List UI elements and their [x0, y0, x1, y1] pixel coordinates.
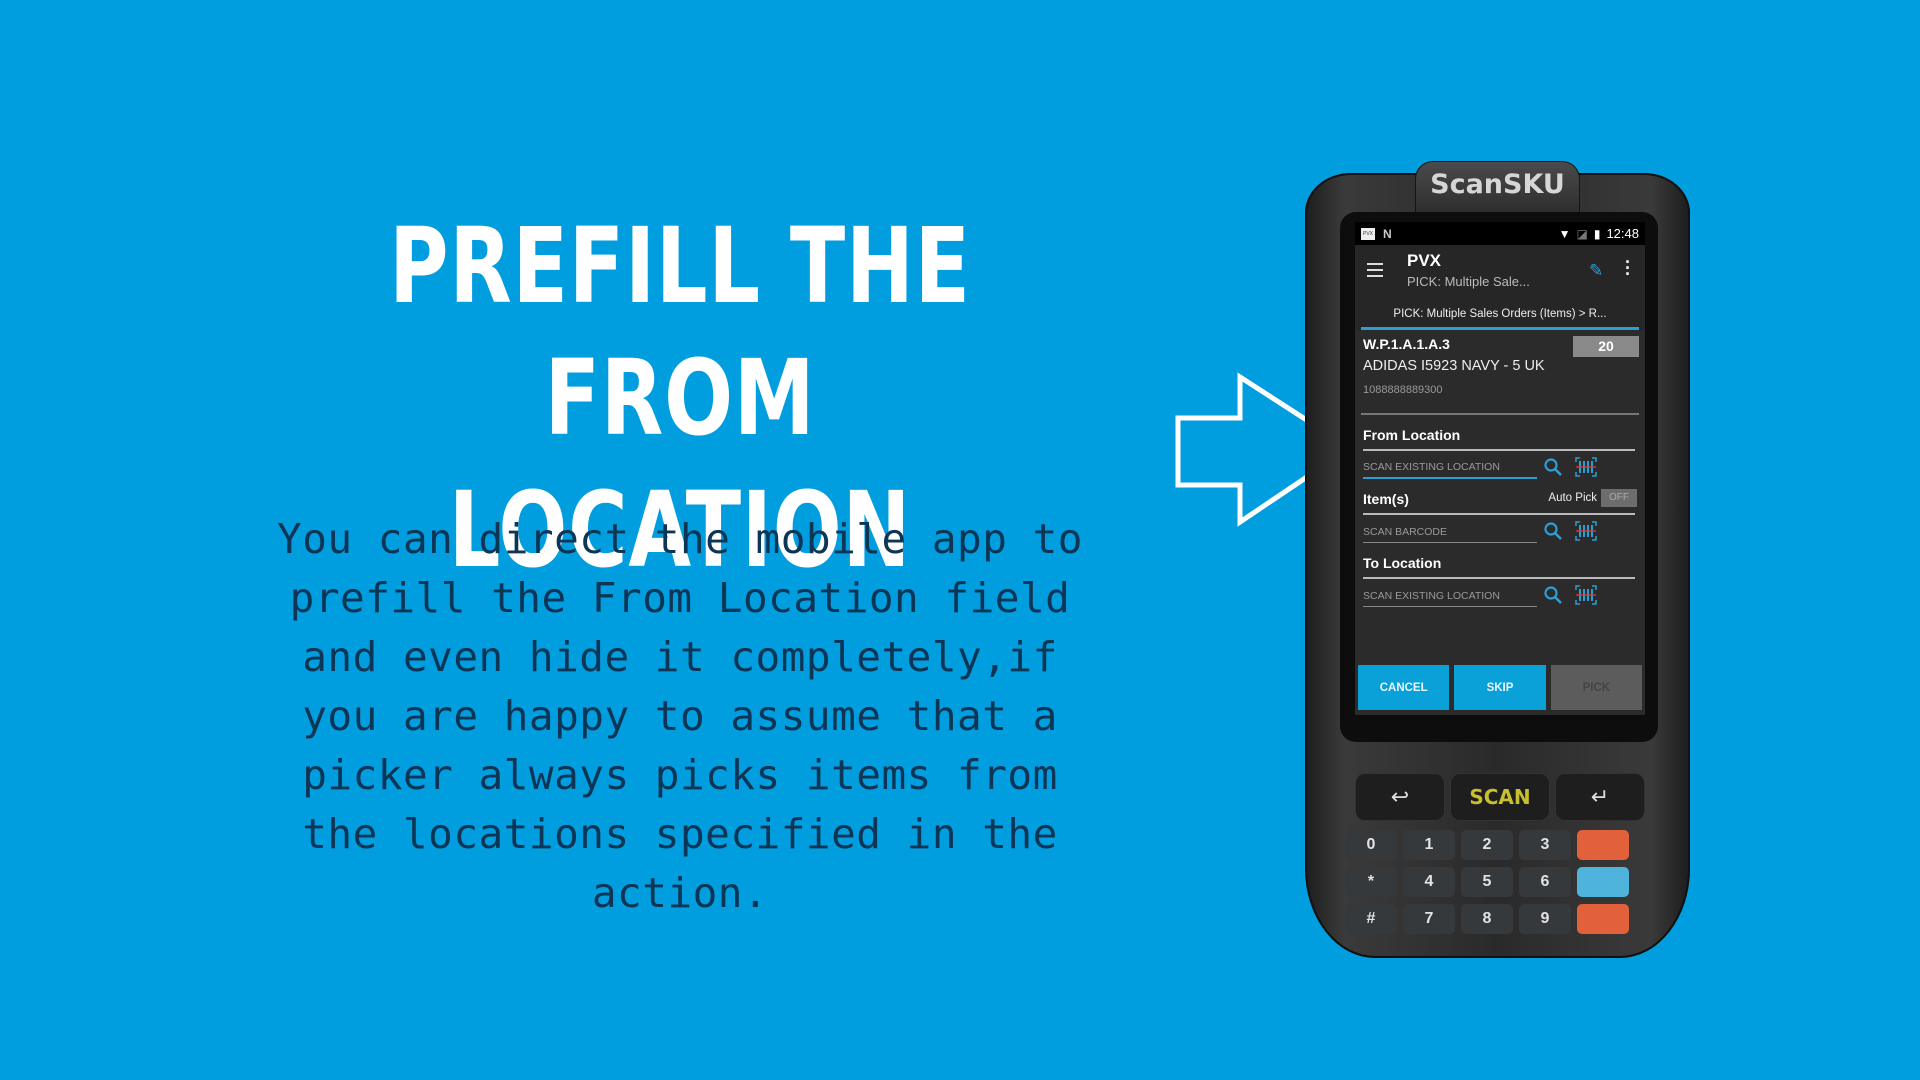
more-vert-icon[interactable]: · · · — [1623, 253, 1633, 283]
handheld-scanner-device: ScanSKU PVX N ▼ ◪ ▮ 12:48 PVX PICK: Mult… — [1300, 155, 1700, 965]
search-icon[interactable] — [1543, 457, 1563, 477]
keypad-key[interactable]: # — [1345, 904, 1397, 934]
search-icon[interactable] — [1543, 585, 1563, 605]
enter-key-icon[interactable]: ↵ — [1555, 773, 1645, 821]
barcode-scan-icon[interactable] — [1575, 457, 1597, 477]
keypad-key[interactable]: 8 — [1461, 904, 1513, 934]
item-card: W.P.1.A.1.A.3 20 ADIDAS I5923 NAVY - 5 U… — [1355, 330, 1645, 415]
breadcrumb-tab[interactable]: PICK: Multiple Sales Orders (Items) > R.… — [1355, 300, 1645, 330]
product-name: ADIDAS I5923 NAVY - 5 UK — [1363, 358, 1545, 374]
keypad-key[interactable]: 6 — [1519, 867, 1571, 897]
scan-key[interactable]: SCAN — [1450, 773, 1550, 821]
battery-icon: ▮ — [1593, 226, 1601, 241]
device-brand-logo: ScanSKU — [1430, 169, 1565, 200]
keypad-key[interactable]: 5 — [1461, 867, 1513, 897]
auto-pick-toggle[interactable]: OFF — [1601, 489, 1637, 507]
body-line: picker always picks items from — [302, 751, 1058, 799]
body-line: action. — [591, 869, 769, 917]
app-subtitle: PICK: Multiple Sale... — [1407, 274, 1530, 289]
slide-body-text: You can direct the mobile app to prefill… — [250, 510, 1110, 923]
barcode-scan-icon[interactable] — [1575, 521, 1597, 541]
app-notification-icon: PVX — [1361, 227, 1375, 240]
action-buttons: CANCEL SKIP PICK — [1358, 665, 1642, 710]
keypad-key[interactable]: 2 — [1461, 830, 1513, 860]
body-line: you are happy to assume that a — [302, 692, 1058, 740]
keypad-key[interactable]: 1 — [1403, 830, 1455, 860]
pencil-icon[interactable]: ✎ — [1589, 261, 1603, 281]
body-line: You can direct the mobile app to — [277, 515, 1083, 563]
items-section: Item(s) Auto Pick OFF — [1355, 485, 1645, 549]
hardware-keypad: 0 1 2 3 * 4 5 6 # 7 8 9 — [1345, 830, 1645, 941]
product-barcode: 1088888889300 — [1363, 384, 1443, 396]
wifi-icon: ▼ — [1558, 226, 1571, 241]
body-line: and even hide it completely,if — [302, 633, 1058, 681]
no-sim-icon: ◪ — [1576, 226, 1588, 241]
status-bar: PVX N ▼ ◪ ▮ 12:48 — [1355, 222, 1645, 245]
keypad-key[interactable]: 4 — [1403, 867, 1455, 897]
function-key-icon[interactable] — [1577, 867, 1629, 897]
power-key-icon[interactable] — [1577, 904, 1629, 934]
to-location-section: To Location — [1355, 549, 1645, 613]
item-barcode-input[interactable] — [1363, 521, 1537, 543]
device-screen: PVX N ▼ ◪ ▮ 12:48 PVX PICK: Multiple Sal… — [1355, 222, 1645, 715]
status-time: 12:48 — [1606, 226, 1639, 241]
to-location-label: To Location — [1363, 555, 1442, 571]
cancel-button[interactable]: CANCEL — [1358, 665, 1450, 710]
keypad-key[interactable]: 3 — [1519, 830, 1571, 860]
hardware-nav-keys: ↩ SCAN ↵ — [1355, 773, 1645, 823]
keypad-key[interactable]: 7 — [1403, 904, 1455, 934]
quantity-badge: 20 — [1573, 336, 1639, 357]
keypad-key[interactable]: * — [1345, 867, 1397, 897]
pick-button[interactable]: PICK — [1550, 665, 1642, 710]
search-icon[interactable] — [1543, 521, 1563, 541]
body-line: the locations specified in the — [302, 810, 1058, 858]
card-divider — [1361, 413, 1639, 415]
from-location-input[interactable] — [1363, 457, 1537, 479]
to-location-input[interactable] — [1363, 585, 1537, 607]
hamburger-menu-icon[interactable] — [1367, 263, 1383, 277]
body-line: prefill the From Location field — [289, 574, 1071, 622]
auto-pick-control: Auto Pick OFF — [1548, 489, 1637, 507]
keypad-key[interactable]: 0 — [1345, 830, 1397, 860]
call-key-icon[interactable] — [1577, 830, 1629, 860]
barcode-scan-icon[interactable] — [1575, 585, 1597, 605]
headline-line-1: PREFILL THE FROM — [389, 205, 971, 459]
from-location-label: From Location — [1363, 427, 1461, 443]
app-toolbar: PVX PICK: Multiple Sale... ✎ · · · — [1355, 245, 1645, 300]
skip-button[interactable]: SKIP — [1454, 665, 1546, 710]
auto-pick-label: Auto Pick — [1548, 492, 1597, 504]
keypad-key[interactable]: 9 — [1519, 904, 1571, 934]
nfc-icon: N — [1383, 226, 1392, 241]
from-location-section: From Location — [1355, 421, 1645, 485]
app-title: PVX — [1407, 251, 1442, 270]
back-key-icon[interactable]: ↩ — [1355, 773, 1445, 821]
